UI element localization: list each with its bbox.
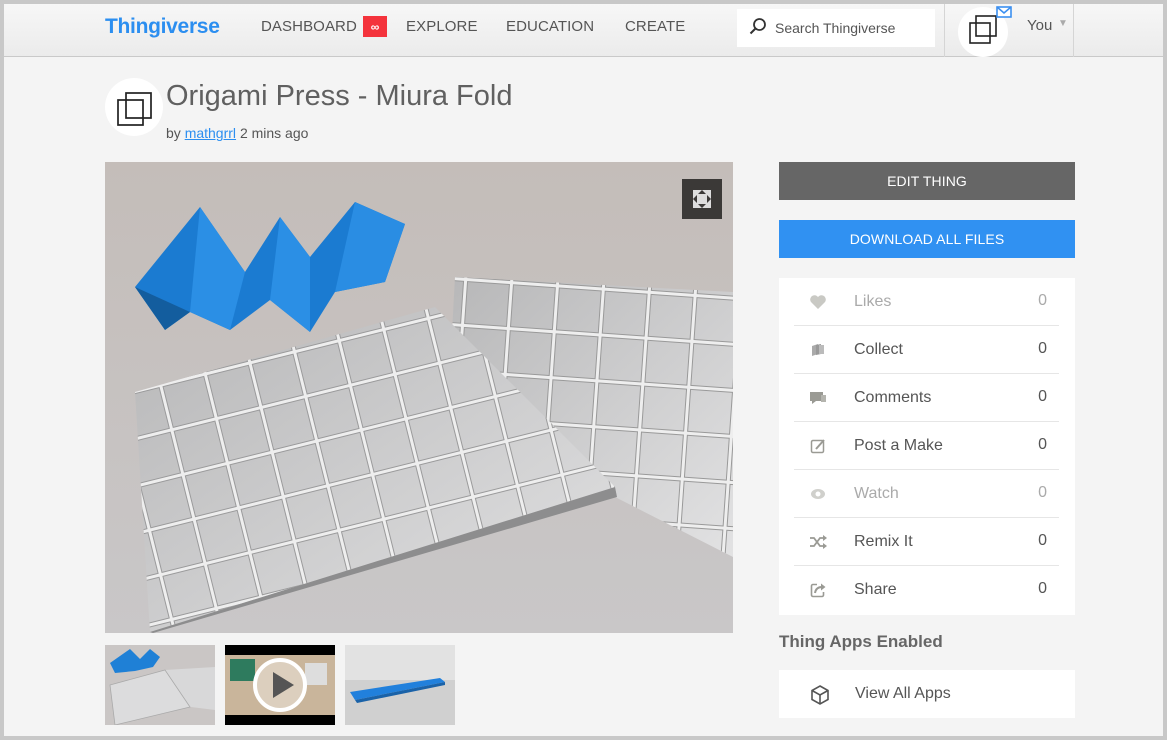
stat-likes[interactable]: Likes 0: [794, 278, 1059, 326]
thumbnail-3d-render[interactable]: [345, 645, 455, 725]
user-menu-label[interactable]: You: [1027, 17, 1052, 34]
thing-avatar-icon: [117, 92, 152, 126]
thumbnail-strip: [105, 645, 455, 725]
thingiverse-logo[interactable]: Thingiverse: [105, 15, 220, 39]
time-ago: 2 mins ago: [239, 125, 309, 141]
stat-share[interactable]: Share 0: [794, 566, 1059, 614]
thing-apps-heading: Thing Apps Enabled: [779, 632, 943, 651]
divider: [1073, 4, 1074, 57]
thumbnail-photo[interactable]: [105, 645, 215, 725]
stat-comments[interactable]: Comments 0: [794, 374, 1059, 422]
nav-explore[interactable]: EXPLORE: [406, 18, 478, 35]
origami-photo: [105, 162, 733, 633]
nav-education[interactable]: EDUCATION: [506, 18, 594, 35]
main-image[interactable]: [105, 162, 733, 633]
author-link[interactable]: mathgrrl: [185, 125, 236, 141]
search-icon: [749, 17, 767, 40]
top-nav-bar: Thingiverse DASHBOARD ∞ EXPLORE EDUCATIO…: [4, 4, 1163, 57]
share-icon: [808, 581, 828, 599]
edit-icon: [808, 437, 828, 455]
search-box[interactable]: [737, 9, 935, 47]
fullscreen-button[interactable]: [682, 179, 722, 219]
byline: by mathgrrl 2 mins ago: [166, 125, 308, 141]
comments-icon: [808, 389, 828, 407]
nav-dashboard[interactable]: DASHBOARD: [261, 18, 357, 35]
byline-prefix: by: [166, 125, 181, 141]
cube-icon: [809, 684, 831, 711]
stat-watch[interactable]: Watch 0: [794, 470, 1059, 518]
download-all-files-button[interactable]: DOWNLOAD ALL FILES: [779, 220, 1075, 258]
thing-author-avatar[interactable]: [105, 78, 163, 136]
shuffle-icon: [808, 533, 828, 551]
search-input[interactable]: [775, 20, 935, 36]
mail-icon[interactable]: [996, 5, 1012, 23]
page: Thingiverse DASHBOARD ∞ EXPLORE EDUCATIO…: [4, 4, 1163, 736]
chevron-down-icon[interactable]: ▼: [1058, 18, 1068, 29]
expand-icon: [693, 190, 711, 208]
stat-collect[interactable]: Collect 0: [794, 326, 1059, 374]
thing-title: Origami Press - Miura Fold: [166, 80, 513, 112]
edit-thing-button[interactable]: EDIT THING: [779, 162, 1075, 200]
dashboard-badge[interactable]: ∞: [363, 16, 387, 37]
view-all-apps-button[interactable]: View All Apps: [779, 670, 1075, 718]
divider: [944, 4, 945, 57]
nav-create[interactable]: CREATE: [625, 18, 685, 35]
stats-panel: Likes 0 Collect 0 Comments 0 Post a Make…: [779, 278, 1075, 615]
stat-post-a-make[interactable]: Post a Make 0: [794, 422, 1059, 470]
heart-icon: [808, 293, 828, 311]
eye-icon: [808, 485, 828, 503]
collect-icon: [808, 341, 828, 359]
thumbnail-video[interactable]: [225, 645, 335, 725]
stat-remix-it[interactable]: Remix It 0: [794, 518, 1059, 566]
